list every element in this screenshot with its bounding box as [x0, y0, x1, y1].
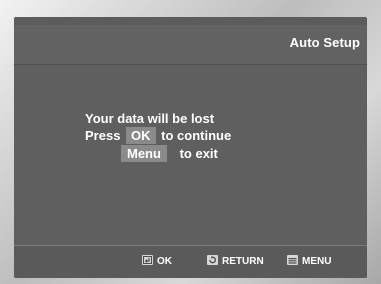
ok-key-highlight[interactable]: OK: [126, 127, 156, 144]
continue-text: to continue: [161, 128, 232, 143]
menu-icon: [287, 255, 298, 266]
press-text: Press: [85, 128, 121, 143]
message-panel: Your data will be lost Press OK to conti…: [14, 65, 367, 245]
enter-icon: [142, 255, 153, 266]
exit-text: to exit: [179, 146, 218, 161]
menu-key-highlight[interactable]: Menu: [121, 145, 167, 162]
osd-header: Auto Setup: [14, 25, 367, 65]
return-guide[interactable]: RETURN: [207, 255, 264, 268]
exit-line: Menu to exit: [121, 145, 218, 162]
continue-line: Press OK to continue: [85, 127, 231, 144]
menu-guide[interactable]: MENU: [287, 255, 332, 268]
return-guide-label: RETURN: [222, 256, 264, 267]
ok-guide-label: OK: [157, 256, 172, 267]
osd-screen: Auto Setup Your data will be lost Press …: [14, 17, 367, 278]
page-title: Auto Setup: [289, 35, 360, 50]
ok-guide[interactable]: OK: [142, 255, 172, 268]
menu-guide-label: MENU: [302, 256, 332, 267]
tv-bezel: Auto Setup Your data will be lost Press …: [0, 0, 381, 284]
button-guide-bar: OK RETURN MENU: [14, 245, 367, 278]
return-icon: [207, 255, 218, 266]
top-strip: [14, 17, 367, 25]
warning-text: Your data will be lost: [85, 111, 215, 126]
